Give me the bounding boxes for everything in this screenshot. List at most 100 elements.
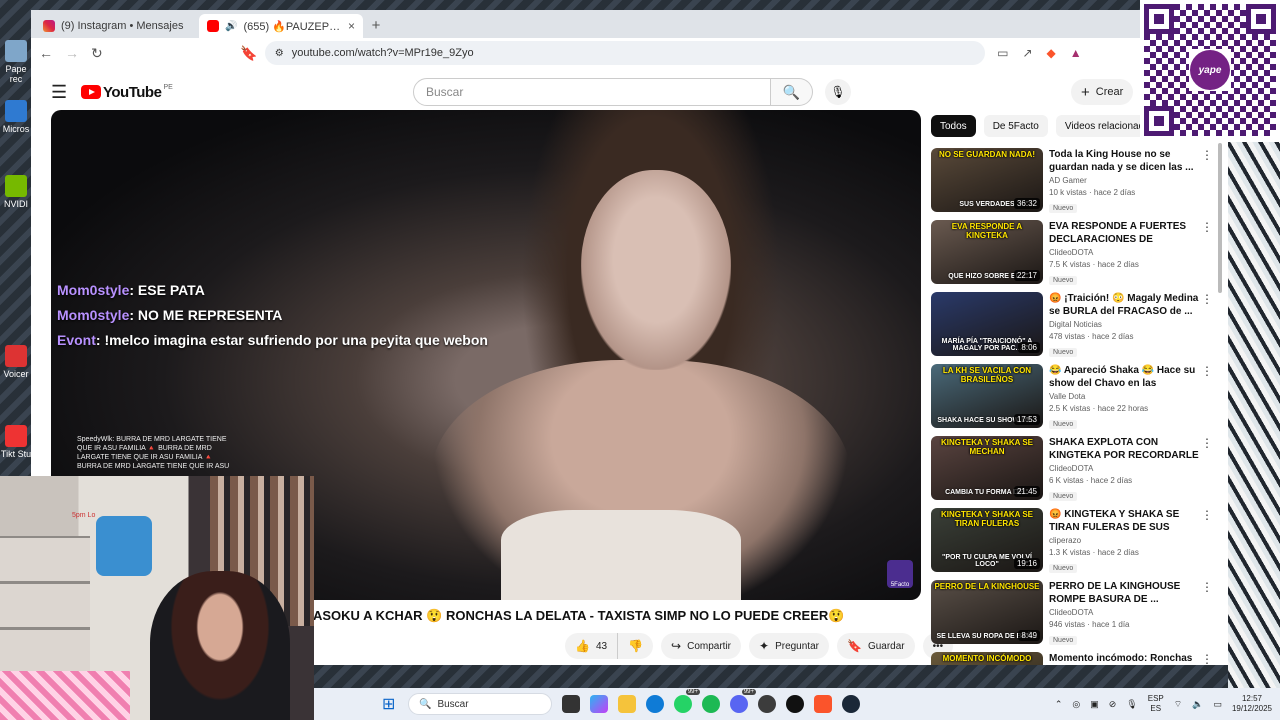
recommendation-item[interactable]: PERRO DE LA KINGHOUSE SE LLEVA SU ROPA DE…: [931, 580, 1215, 652]
edge-icon[interactable]: [646, 695, 664, 713]
whatsapp-icon[interactable]: 99+: [674, 689, 700, 713]
speaker-icon[interactable]: 🔊: [225, 21, 237, 32]
menu-icon[interactable]: ☰: [51, 82, 67, 103]
video-thumbnail[interactable]: MARÍA PÍA "TRAICIONÓ" A MAGALY POR PAC..…: [931, 292, 1043, 356]
like-button[interactable]: 👍 43: [565, 633, 618, 659]
new-tab-button[interactable]: +: [363, 17, 389, 34]
wifi-icon[interactable]: ⌔: [1174, 699, 1182, 710]
channel-watermark[interactable]: 5Facto: [887, 560, 913, 588]
microphone-icon[interactable]: 🎙: [1126, 699, 1137, 710]
site-info-icon[interactable]: ⚙: [275, 48, 284, 59]
more-options-icon[interactable]: ⋮: [1201, 364, 1213, 378]
channel-name[interactable]: cliperazo: [1049, 536, 1199, 545]
desktop-icon[interactable]: Pape rec: [0, 40, 32, 84]
mute-icon[interactable]: ⊘: [1109, 699, 1117, 710]
video-thumbnail[interactable]: KINGTEKA Y SHAKA SE TIRAN FULERAS "POR TU…: [931, 508, 1043, 572]
spotify-icon[interactable]: [702, 695, 720, 713]
share-icon[interactable]: ↗: [1022, 46, 1032, 60]
video-thumbnail[interactable]: MOMENTO INCÓMODO: [931, 652, 1043, 665]
more-options-icon[interactable]: ⋮: [1201, 508, 1213, 522]
recommendation-item[interactable]: EVA RESPONDE A KINGTEKA QUE HIZO SOBRE EL…: [931, 220, 1215, 292]
windows-start-icon[interactable]: ⊞: [382, 694, 395, 714]
file-explorer-icon[interactable]: [618, 695, 636, 713]
copilot-icon[interactable]: [590, 695, 608, 713]
video-thumbnail[interactable]: LA KH SE VACILA CON BRASILEÑOS SHAKA HACE…: [931, 364, 1043, 428]
more-options-icon[interactable]: ⋮: [1201, 292, 1213, 306]
search-input[interactable]: Buscar: [413, 78, 771, 106]
recommendation-item[interactable]: LA KH SE VACILA CON BRASILEÑOS SHAKA HACE…: [931, 364, 1215, 436]
recommendation-title[interactable]: 😂 Apareció Shaka 😂 Hace su show del Chav…: [1049, 364, 1199, 390]
channel-name[interactable]: Digital Noticias: [1049, 320, 1199, 329]
more-options-icon[interactable]: ⋮: [1201, 580, 1213, 594]
tab-youtube[interactable]: 🔊 (655) 🔥PAUZEPITA CONFIESA ×: [199, 14, 363, 38]
desktop-icon[interactable]: NVIDI: [0, 175, 32, 209]
more-options-icon[interactable]: ⋮: [1201, 148, 1213, 162]
channel-name[interactable]: ClideoDOTA: [1049, 608, 1199, 617]
recommendation-title[interactable]: Momento incómodo: Ronchas y...: [1049, 652, 1199, 665]
taskbar-search[interactable]: 🔍 Buscar: [408, 693, 552, 715]
back-icon[interactable]: ←: [39, 45, 53, 61]
clock[interactable]: 12:57 19/12/2025: [1232, 694, 1272, 714]
ask-button[interactable]: ✦ Preguntar: [749, 633, 829, 659]
save-button[interactable]: 🔖 Guardar: [836, 633, 915, 659]
reload-icon[interactable]: ↻: [91, 45, 103, 62]
brave-rewards-icon[interactable]: ▲: [1070, 46, 1082, 60]
desktop-icon[interactable]: Tikt Stu: [0, 425, 32, 459]
more-options-icon[interactable]: ⋮: [1201, 436, 1213, 450]
recommendation-title[interactable]: PERRO DE LA KINGHOUSE ROMPE BASURA DE ..…: [1049, 580, 1199, 606]
chip-todos[interactable]: Todos: [931, 115, 976, 137]
recommendation-item[interactable]: KINGTEKA Y SHAKA SE TIRAN FULERAS "POR TU…: [931, 508, 1215, 580]
scrollbar-thumb[interactable]: [1218, 143, 1222, 293]
desktop-app-icon: [5, 40, 27, 62]
obs-icon[interactable]: [786, 695, 804, 713]
recommendation-item[interactable]: NO SE GUARDAN NADA! SUS VERDADES 36:32 Toda…: [931, 148, 1215, 220]
recommendation-item[interactable]: MOMENTO INCÓMODO Momento incómodo: Roncha…: [931, 652, 1215, 665]
more-options-icon[interactable]: ⋮: [1201, 652, 1213, 665]
share-button[interactable]: ↪ Compartir: [661, 633, 741, 659]
discord-icon[interactable]: 99+: [730, 689, 756, 713]
language-indicator[interactable]: ESP ES: [1148, 694, 1164, 714]
video-thumbnail[interactable]: EVA RESPONDE A KINGTEKA QUE HIZO SOBRE EL…: [931, 220, 1043, 284]
more-options-icon[interactable]: ⋮: [1201, 220, 1213, 234]
recommendation-item[interactable]: KINGTEKA Y SHAKA SE MECHAN CAMBIA TU FORM…: [931, 436, 1215, 508]
thumbnail-caption-top: LA KH SE VACILA CON BRASILEÑOS: [942, 366, 1032, 384]
steam-icon[interactable]: [842, 695, 860, 713]
channel-name[interactable]: AD Gamer: [1049, 176, 1199, 185]
video-thumbnail[interactable]: KINGTEKA Y SHAKA SE MECHAN CAMBIA TU FORM…: [931, 436, 1043, 500]
desktop-icon[interactable]: Micros: [0, 100, 32, 134]
battery-icon[interactable]: ▭: [1213, 699, 1222, 710]
url-field[interactable]: ⚙ youtube.com/watch?v=MPr19e_9Zyo: [264, 41, 985, 65]
desktop-icon[interactable]: Voicer: [0, 345, 32, 379]
voice-search-button[interactable]: 🎙: [825, 79, 851, 105]
cast-icon[interactable]: ▭: [997, 46, 1008, 60]
chip-de-5facto[interactable]: De 5Facto: [983, 115, 1048, 137]
video-thumbnail[interactable]: NO SE GUARDAN NADA! SUS VERDADES 36:32: [931, 148, 1043, 212]
video-thumbnail[interactable]: PERRO DE LA KINGHOUSE SE LLEVA SU ROPA DE…: [931, 580, 1043, 644]
recommendation-item[interactable]: MARÍA PÍA "TRAICIONÓ" A MAGALY POR PAC..…: [931, 292, 1215, 364]
chevron-up-icon[interactable]: ⌃: [1055, 699, 1063, 710]
channel-name[interactable]: ClideoDOTA: [1049, 248, 1199, 257]
recommendation-title[interactable]: 😡 ¡Traición! 😳 Magaly Medina se BURLA de…: [1049, 292, 1199, 318]
tray-app-icon[interactable]: ▣: [1090, 699, 1099, 710]
brave-shield-icon[interactable]: ◆: [1047, 46, 1056, 60]
close-tab-icon[interactable]: ×: [348, 19, 355, 33]
recommendation-title[interactable]: SHAKA EXPLOTA CON KINGTEKA POR RECORDARL…: [1049, 436, 1199, 462]
brave-icon[interactable]: [814, 695, 832, 713]
recommendation-title[interactable]: 😡 KINGTEKA Y SHAKA SE TIRAN FULERAS DE S…: [1049, 508, 1199, 534]
channel-name[interactable]: ClideoDOTA: [1049, 464, 1199, 473]
forward-icon[interactable]: →: [65, 45, 79, 61]
dislike-button[interactable]: 👎: [617, 633, 654, 659]
bookmark-icon[interactable]: 🔖: [240, 45, 257, 62]
youtube-logo[interactable]: YouTube PE: [81, 84, 173, 101]
tab-instagram[interactable]: (9) Instagram • Mensajes: [35, 14, 199, 38]
app-icon[interactable]: [758, 695, 776, 713]
scrollbar[interactable]: [1218, 143, 1224, 663]
create-button[interactable]: + Crear: [1071, 79, 1134, 105]
tray-app-icon[interactable]: ◎: [1072, 699, 1080, 710]
recommendation-title[interactable]: Toda la King House no se guardan nada y …: [1049, 148, 1199, 174]
search-button[interactable]: 🔍: [771, 78, 813, 106]
channel-name[interactable]: Valle Dota: [1049, 392, 1199, 401]
speaker-icon[interactable]: 🔈: [1192, 699, 1203, 710]
task-view-icon[interactable]: [562, 695, 580, 713]
recommendation-title[interactable]: EVA RESPONDE A FUERTES DECLARACIONES DE …: [1049, 220, 1199, 246]
